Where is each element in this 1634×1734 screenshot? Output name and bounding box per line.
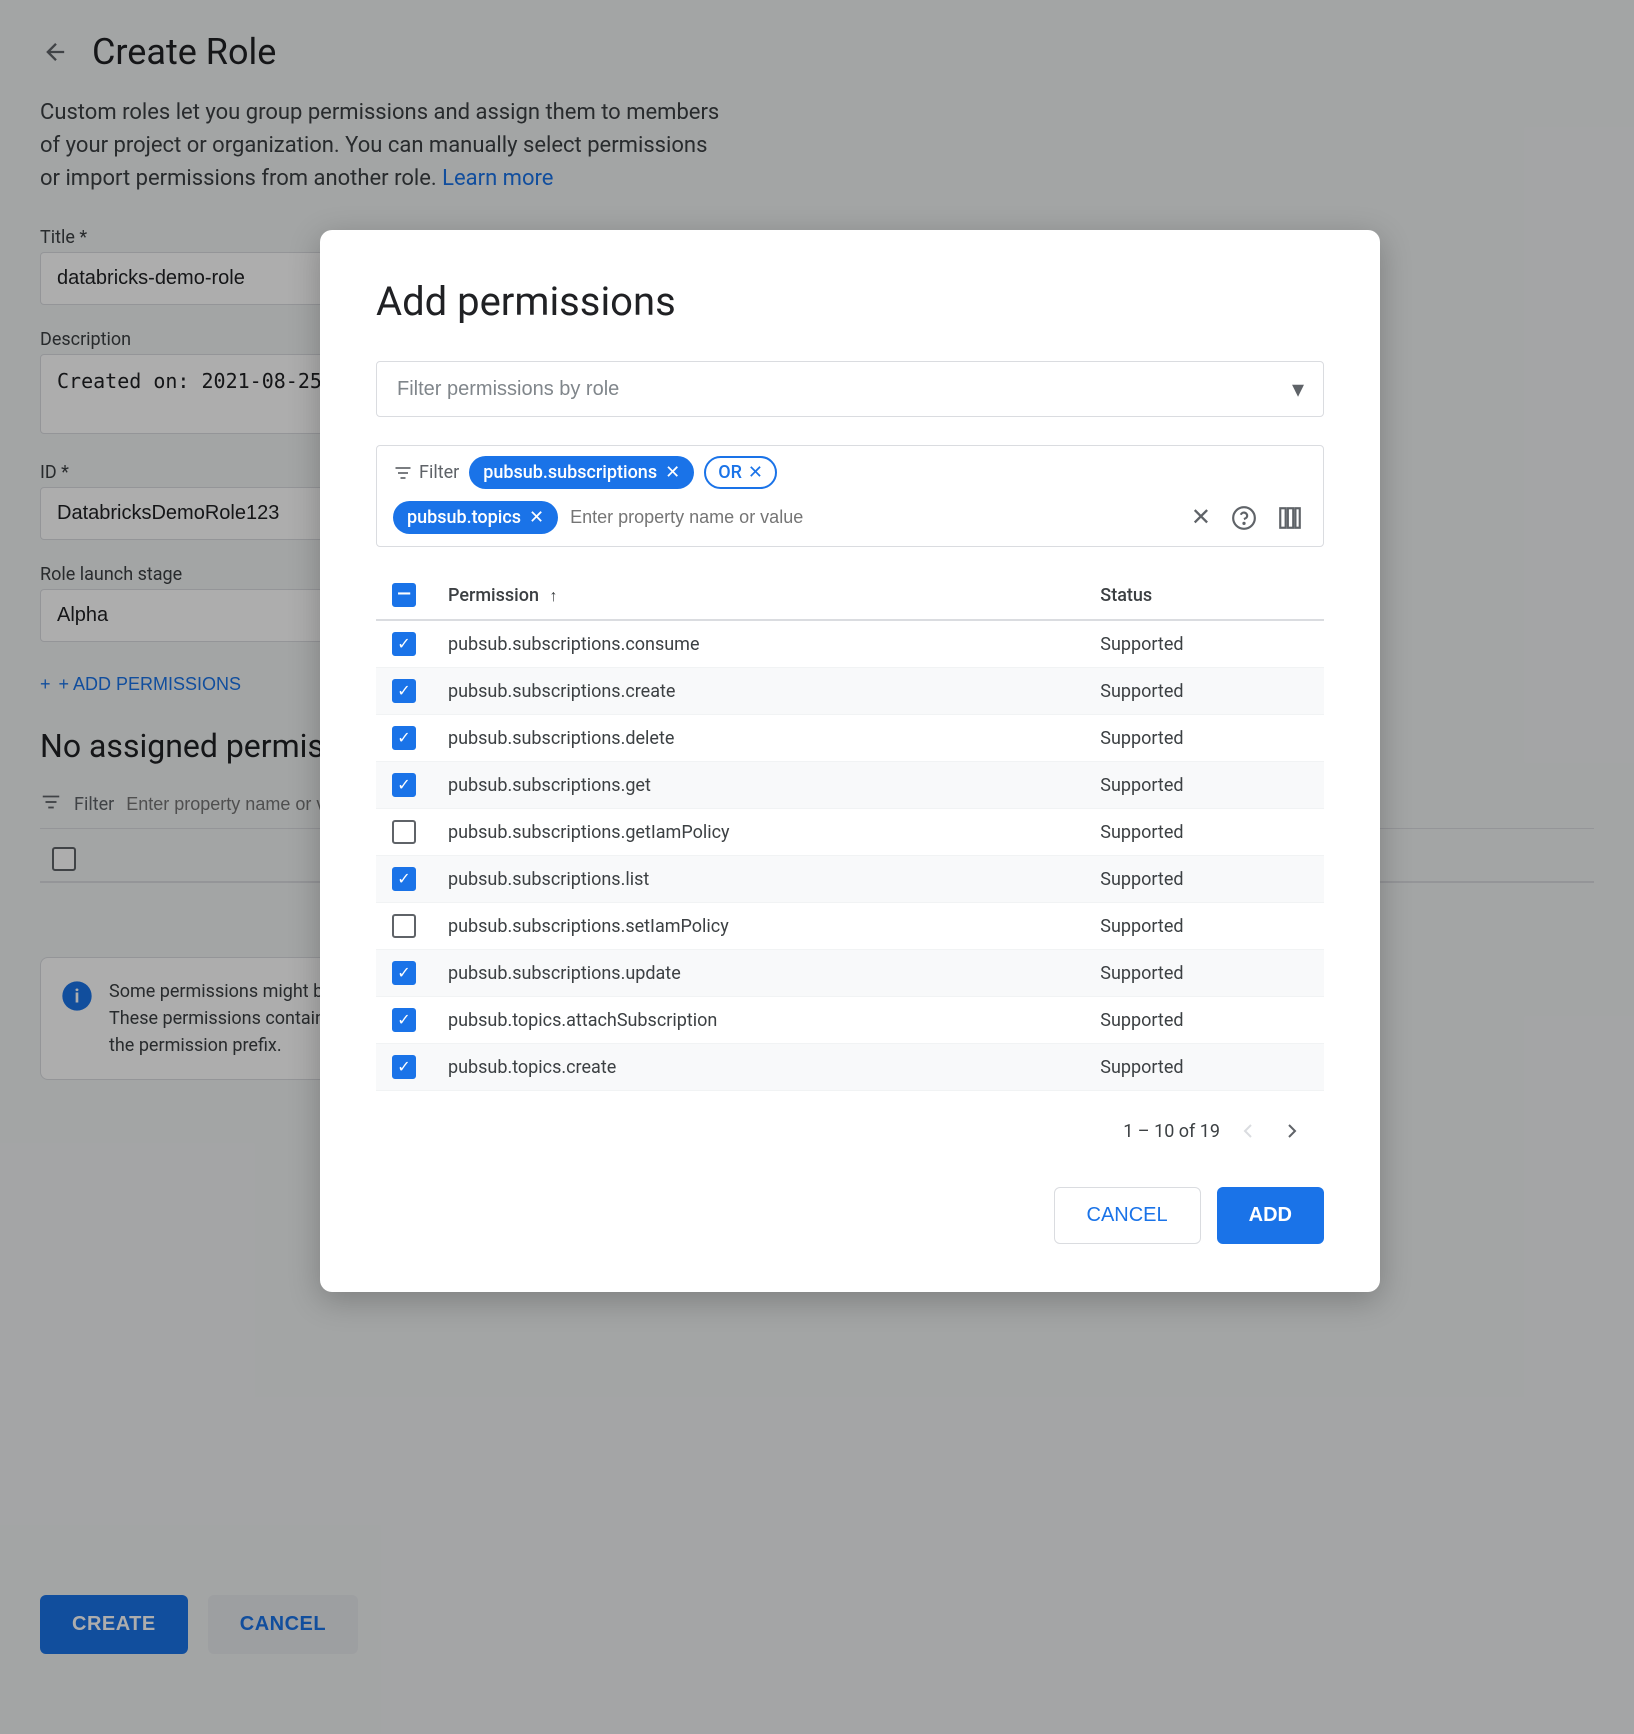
row-status: Supported bbox=[1084, 668, 1324, 715]
row-permission-name: pubsub.subscriptions.create bbox=[432, 668, 1084, 715]
row-status: Supported bbox=[1084, 762, 1324, 809]
row-status: Supported bbox=[1084, 903, 1324, 950]
filter-chips-area: Filter pubsub.subscriptions ✕ OR ✕ pubsu… bbox=[376, 445, 1324, 547]
chip-or: OR ✕ bbox=[704, 456, 777, 489]
permissions-table: — Permission ↑ Status ✓ pubsub.subscripti… bbox=[376, 571, 1324, 1091]
table-row: pubsub.subscriptions.getIamPolicySupport… bbox=[376, 809, 1324, 856]
table-header-row: — Permission ↑ Status bbox=[376, 571, 1324, 620]
table-row: ✓ pubsub.subscriptions.listSupported bbox=[376, 856, 1324, 903]
row-checkbox-cell: ✓ bbox=[376, 620, 432, 668]
prev-page-button[interactable] bbox=[1232, 1115, 1264, 1147]
row-permission-name: pubsub.subscriptions.update bbox=[432, 950, 1084, 997]
add-permissions-dialog: Add permissions Filter permissions by ro… bbox=[320, 230, 1380, 1292]
row-status: Supported bbox=[1084, 950, 1324, 997]
chip-subscriptions-close[interactable]: ✕ bbox=[665, 462, 680, 483]
table-row: ✓ pubsub.topics.attachSubscriptionSupport… bbox=[376, 997, 1324, 1044]
row-permission-name: pubsub.subscriptions.delete bbox=[432, 715, 1084, 762]
row-permission-name: pubsub.topics.attachSubscription bbox=[432, 997, 1084, 1044]
table-row: ✓ pubsub.subscriptions.createSupported bbox=[376, 668, 1324, 715]
row-checkbox-cell bbox=[376, 809, 432, 856]
dialog-actions: CANCEL ADD bbox=[376, 1187, 1324, 1244]
row-permission-name: pubsub.subscriptions.get bbox=[432, 762, 1084, 809]
header-checkbox-cell: — bbox=[376, 571, 432, 620]
table-row: pubsub.subscriptions.setIamPolicySupport… bbox=[376, 903, 1324, 950]
row-checkbox-cell: ✓ bbox=[376, 950, 432, 997]
row-permission-name: pubsub.subscriptions.setIamPolicy bbox=[432, 903, 1084, 950]
pagination-row: 1 – 10 of 19 bbox=[376, 1107, 1324, 1155]
row-checkbox-cell: ✓ bbox=[376, 762, 432, 809]
row-checkbox-cell: ✓ bbox=[376, 715, 432, 762]
dialog-cancel-button[interactable]: CANCEL bbox=[1054, 1187, 1201, 1244]
row-checkbox-cell: ✓ bbox=[376, 668, 432, 715]
dialog-add-button[interactable]: ADD bbox=[1217, 1187, 1324, 1244]
row-checkbox[interactable]: ✓ bbox=[392, 867, 416, 891]
chip-topics-close[interactable]: ✕ bbox=[529, 507, 544, 528]
table-row: ✓ pubsub.topics.createSupported bbox=[376, 1044, 1324, 1091]
row-checkbox-cell: ✓ bbox=[376, 856, 432, 903]
row-checkbox-cell: ✓ bbox=[376, 1044, 432, 1091]
row-checkbox[interactable]: ✓ bbox=[392, 632, 416, 656]
row-checkbox[interactable]: ✓ bbox=[392, 961, 416, 985]
row-status: Supported bbox=[1084, 1044, 1324, 1091]
filter-input-dialog[interactable] bbox=[570, 507, 1175, 528]
chip-subscriptions: pubsub.subscriptions ✕ bbox=[469, 456, 694, 489]
row-status: Supported bbox=[1084, 620, 1324, 668]
row-status: Supported bbox=[1084, 856, 1324, 903]
row-checkbox-cell: ✓ bbox=[376, 997, 432, 1044]
row-status: Supported bbox=[1084, 809, 1324, 856]
table-row: ✓ pubsub.subscriptions.getSupported bbox=[376, 762, 1324, 809]
dialog-title: Add permissions bbox=[376, 278, 1324, 325]
table-row: ✓ pubsub.subscriptions.deleteSupported bbox=[376, 715, 1324, 762]
filter-clear-button[interactable]: ✕ bbox=[1187, 499, 1215, 536]
next-page-button[interactable] bbox=[1276, 1115, 1308, 1147]
chip-or-close[interactable]: ✕ bbox=[748, 462, 763, 483]
filter-role-select-wrapper: Filter permissions by role ▾ bbox=[376, 361, 1324, 417]
col-header-status: Status bbox=[1084, 571, 1324, 620]
row-permission-name: pubsub.subscriptions.consume bbox=[432, 620, 1084, 668]
row-checkbox[interactable]: ✓ bbox=[392, 1055, 416, 1079]
filter-actions: ✕ bbox=[1187, 499, 1307, 536]
permission-sort-icon[interactable]: ↑ bbox=[549, 586, 557, 605]
filter-help-button[interactable] bbox=[1227, 501, 1261, 535]
col-header-permission: Permission ↑ bbox=[432, 571, 1084, 620]
filter-label-dialog: Filter bbox=[393, 462, 459, 483]
row-permission-name: pubsub.topics.create bbox=[432, 1044, 1084, 1091]
row-permission-name: pubsub.subscriptions.getIamPolicy bbox=[432, 809, 1084, 856]
header-checkbox[interactable]: — bbox=[392, 583, 416, 607]
row-permission-name: pubsub.subscriptions.list bbox=[432, 856, 1084, 903]
row-checkbox[interactable]: ✓ bbox=[392, 679, 416, 703]
table-row: ✓ pubsub.subscriptions.consumeSupported bbox=[376, 620, 1324, 668]
row-checkbox[interactable]: ✓ bbox=[392, 726, 416, 750]
chip-topics: pubsub.topics ✕ bbox=[393, 501, 558, 534]
row-checkbox[interactable]: ✓ bbox=[392, 773, 416, 797]
row-checkbox[interactable] bbox=[392, 914, 416, 938]
row-checkbox[interactable] bbox=[392, 820, 416, 844]
pagination-text: 1 – 10 of 19 bbox=[1123, 1121, 1220, 1142]
row-checkbox[interactable]: ✓ bbox=[392, 1008, 416, 1032]
filter-columns-button[interactable] bbox=[1273, 501, 1307, 535]
row-status: Supported bbox=[1084, 997, 1324, 1044]
row-status: Supported bbox=[1084, 715, 1324, 762]
table-row: ✓ pubsub.subscriptions.updateSupported bbox=[376, 950, 1324, 997]
filter-role-select[interactable]: Filter permissions by role bbox=[376, 361, 1324, 417]
row-checkbox-cell bbox=[376, 903, 432, 950]
